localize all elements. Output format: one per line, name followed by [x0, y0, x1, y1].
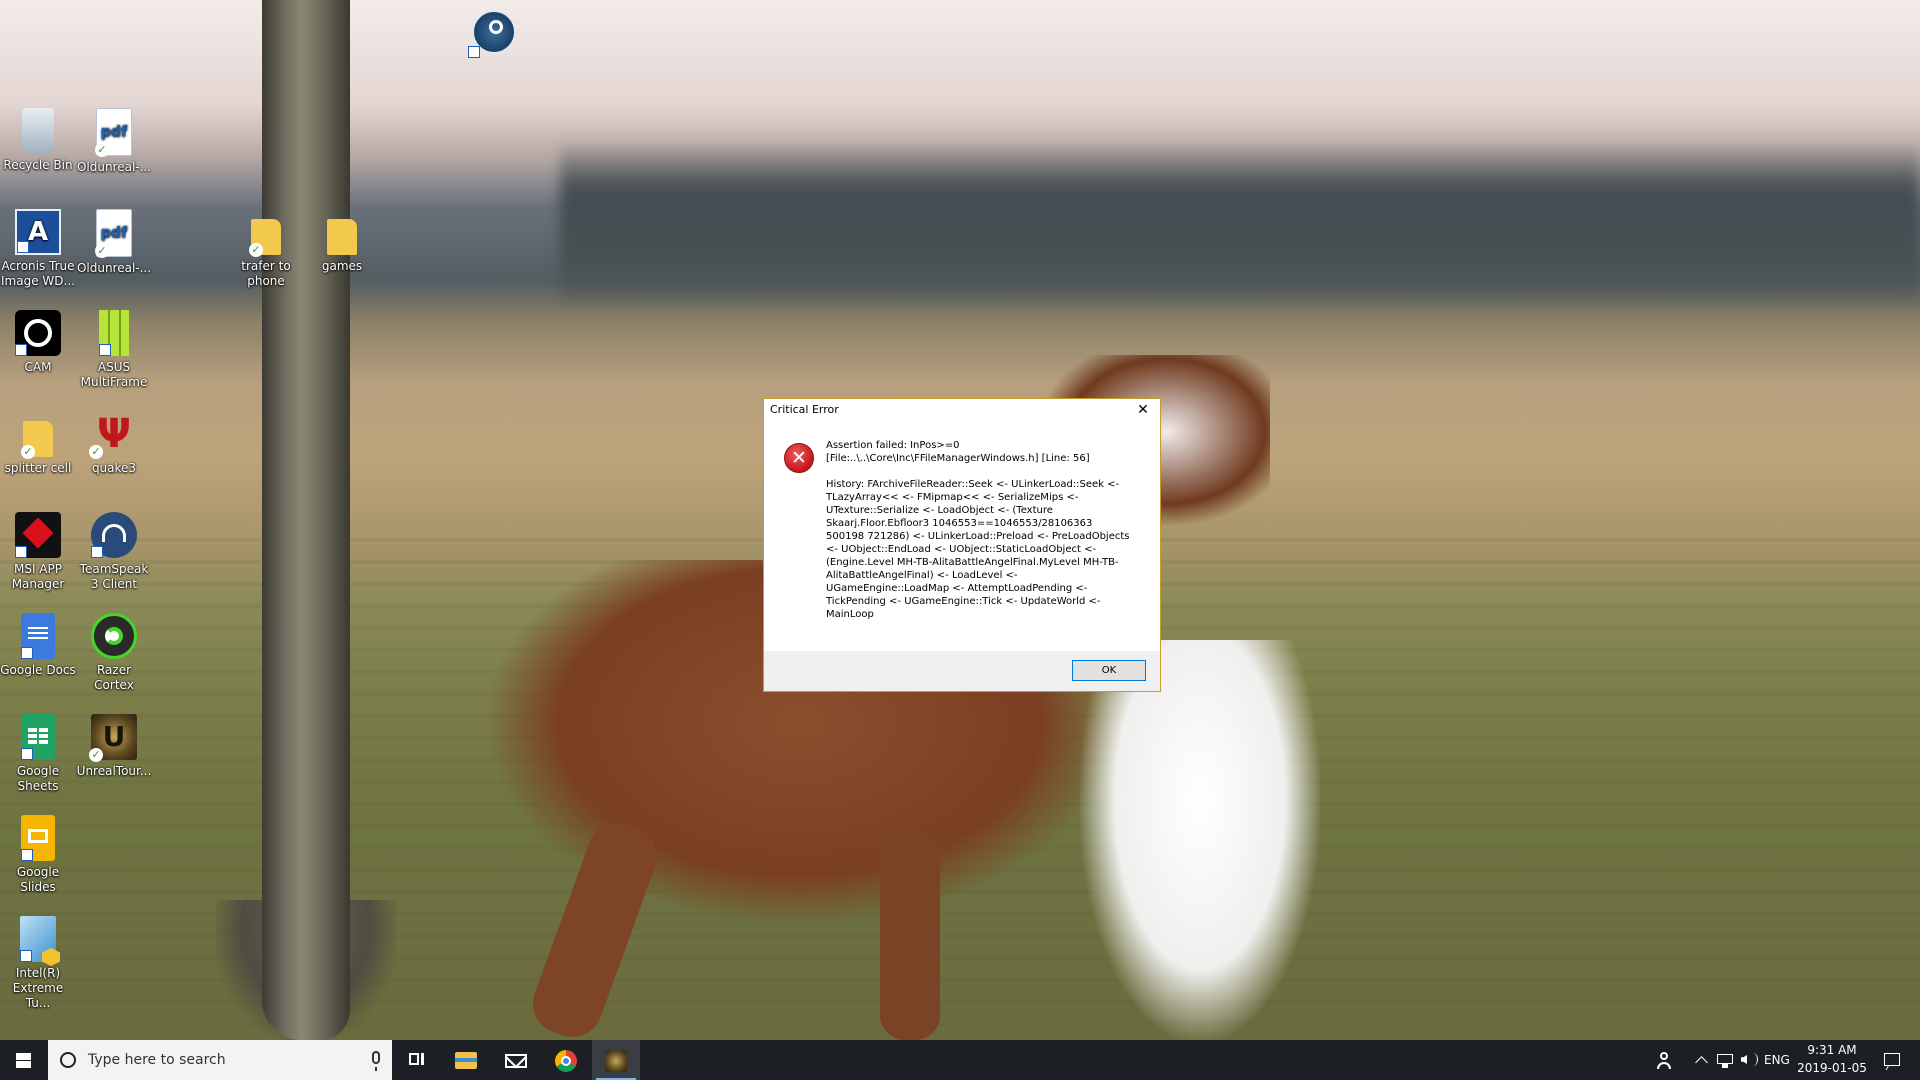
network-icon[interactable]	[1714, 1040, 1736, 1080]
taskbar-clock[interactable]: 9:31 AM 2019-01-05	[1796, 1040, 1868, 1080]
action-center-icon[interactable]	[1876, 1040, 1908, 1080]
chrome-icon[interactable]	[542, 1040, 590, 1080]
recycle-bin-icon	[22, 108, 54, 154]
asus-multiframe-icon	[99, 310, 129, 356]
desktop-icon-oldunreal-2[interactable]: pdf Oldunreal-...	[76, 209, 152, 276]
dialog-titlebar[interactable]: Critical Error ✕	[764, 399, 1160, 421]
desktop-icon-label: Razer Cortex	[94, 663, 134, 692]
folder-icon	[249, 219, 281, 257]
desktop-icon-label: Google Sheets	[16, 764, 60, 793]
show-hidden-icons-chevron-icon[interactable]	[1692, 1040, 1712, 1080]
desktop-icon-label: games	[321, 259, 363, 273]
quake3-icon: Ψ	[89, 411, 137, 459]
clock-date: 2019-01-05	[1797, 1061, 1867, 1075]
error-history: History: FArchiveFileReader::Seek <- ULi…	[826, 479, 1130, 620]
desktop-icon-trafer-to-phone[interactable]: trafer to phone	[228, 209, 304, 289]
desktop-icon-label: Oldunreal-...	[76, 160, 152, 174]
folder-icon	[21, 421, 53, 459]
desktop-icon-razer-cortex[interactable]: Razer Cortex	[76, 613, 152, 693]
desktop-icon-label: UnrealTour...	[76, 764, 152, 778]
file-explorer-icon[interactable]	[442, 1040, 490, 1080]
desktop-icon-label: TeamSpeak 3 Client	[79, 562, 149, 591]
teamspeak-icon	[91, 512, 137, 558]
desktop-icon-splitter-cell[interactable]: splitter cell	[0, 411, 76, 476]
desktop-icon-games[interactable]: games	[304, 209, 380, 274]
desktop-icon-label: trafer to phone	[241, 259, 291, 288]
clock-time: 9:31 AM	[1807, 1043, 1857, 1057]
ok-button[interactable]: OK	[1072, 660, 1146, 681]
mail-icon[interactable]	[492, 1040, 540, 1080]
volume-icon[interactable]	[1738, 1040, 1760, 1080]
desktop-icon-intel-extreme-tuning[interactable]: Intel(R) Extreme Tu...	[0, 916, 76, 1011]
desktop-icon-label: Oldunreal-...	[76, 261, 152, 275]
dialog-footer: OK	[764, 651, 1160, 691]
desktop-icon-msi-app-manager[interactable]: MSI APP Manager	[0, 512, 76, 592]
background-brown-dog-leg	[880, 830, 940, 1040]
desktop: Recycle Bin pdf Oldunreal-... A Acronis …	[0, 0, 1920, 1040]
people-icon[interactable]	[1654, 1040, 1678, 1080]
error-icon: ✕	[784, 443, 814, 473]
msi-icon	[15, 512, 61, 558]
windows-start-icon[interactable]	[0, 1040, 48, 1080]
desktop-icon-unrealtournament[interactable]: U UnrealTour...	[76, 714, 152, 779]
desktop-icon-label: splitter cell	[4, 461, 72, 475]
dialog-body: ✕ Assertion failed: InPos>=0 [File:..\..…	[764, 421, 1160, 621]
pdf-icon: pdf	[95, 108, 132, 157]
desktop-icon-asus-multiframe[interactable]: ASUS MultiFrame	[76, 310, 152, 390]
acronis-icon: A	[15, 209, 61, 255]
unreal-tournament-icon: U	[89, 714, 137, 762]
microphone-icon[interactable]	[372, 1051, 380, 1071]
desktop-icon-quake3[interactable]: Ψ quake3	[76, 411, 152, 476]
razer-cortex-icon	[91, 613, 137, 659]
error-message: Assertion failed: InPos>=0 [File:..\..\C…	[826, 439, 1131, 621]
desktop-icon-acronis[interactable]: A Acronis True Image WD...	[0, 209, 76, 289]
close-icon[interactable]: ✕	[1126, 399, 1160, 421]
desktop-icon-oldunreal-1[interactable]: pdf Oldunreal-...	[76, 108, 152, 175]
steam-icon[interactable]	[468, 10, 516, 58]
input-language-indicator[interactable]: ENG	[1764, 1040, 1790, 1080]
desktop-icon-teamspeak[interactable]: TeamSpeak 3 Client	[76, 512, 152, 592]
background-white-puppy	[1080, 640, 1320, 1040]
cortana-icon[interactable]	[60, 1052, 76, 1068]
desktop-icon-label: Google Slides	[16, 865, 60, 894]
background-treeline	[560, 140, 1920, 310]
critical-error-dialog: Critical Error ✕ ✕ Assertion failed: InP…	[763, 398, 1161, 692]
google-docs-icon	[21, 613, 55, 659]
unreal-tournament-taskbar-icon[interactable]	[592, 1040, 640, 1080]
search-placeholder: Type here to search	[88, 1052, 226, 1068]
desktop-icon-google-slides[interactable]: Google Slides	[0, 815, 76, 895]
taskbar-search-box[interactable]: Type here to search	[48, 1040, 392, 1080]
background-tree-trunk	[262, 0, 350, 1040]
google-slides-icon	[21, 815, 55, 861]
desktop-icon-recycle-bin[interactable]: Recycle Bin	[0, 108, 76, 173]
intel-xtu-icon	[20, 916, 56, 962]
desktop-icon-label: ASUS MultiFrame	[80, 360, 148, 389]
cam-icon	[15, 310, 61, 356]
desktop-icon-label: Google Docs	[0, 663, 76, 677]
desktop-icon-google-sheets[interactable]: Google Sheets	[0, 714, 76, 794]
desktop-icon-label: CAM	[24, 360, 52, 374]
desktop-icon-cam[interactable]: CAM	[0, 310, 76, 375]
desktop-icon-label: Intel(R) Extreme Tu...	[12, 966, 64, 1010]
error-file-line: [File:..\..\Core\Inc\FFileManagerWindows…	[826, 453, 1090, 464]
task-view-icon[interactable]	[392, 1040, 440, 1080]
desktop-icon-label: Recycle Bin	[3, 158, 73, 172]
taskbar: Type here to search ENG 9:31 AM 2019-01-…	[0, 1040, 1920, 1080]
desktop-icon-label: MSI APP Manager	[11, 562, 65, 591]
error-assertion-line: Assertion failed: InPos>=0	[826, 440, 960, 451]
google-sheets-icon	[21, 714, 55, 760]
desktop-icon-label: Acronis True Image WD...	[1, 259, 75, 288]
desktop-icon-label: quake3	[91, 461, 137, 475]
pdf-icon: pdf	[95, 209, 132, 258]
desktop-icon-google-docs[interactable]: Google Docs	[0, 613, 76, 678]
folder-icon	[327, 219, 357, 255]
dialog-title: Critical Error	[770, 403, 839, 416]
